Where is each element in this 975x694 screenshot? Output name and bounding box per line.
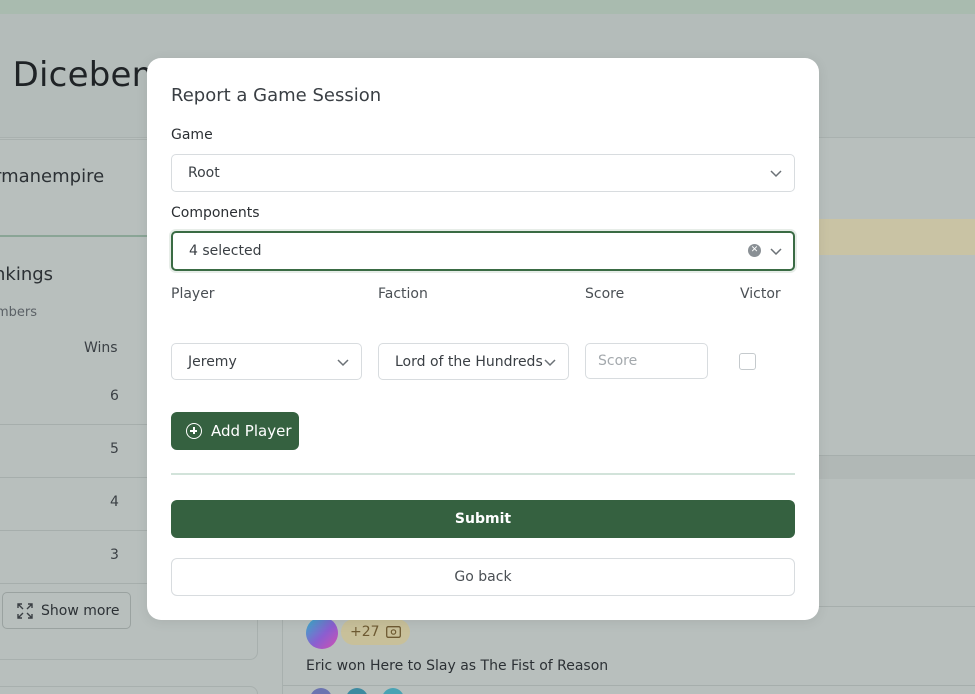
submit-button[interactable]: Submit (171, 500, 795, 538)
modal-title: Report a Game Session (171, 85, 382, 106)
top-bar (0, 0, 975, 14)
add-player-label: Add Player (211, 422, 292, 440)
chevron-down-icon (544, 359, 556, 367)
points-value: +27 (350, 624, 380, 640)
player-column-header: Player (171, 286, 215, 302)
go-back-button[interactable]: Go back (171, 558, 795, 596)
wins-value: 4 (110, 494, 119, 510)
notice-banner (818, 219, 975, 255)
clear-icon[interactable]: ✕ (748, 244, 761, 257)
chevron-down-icon (770, 170, 782, 178)
faction-column-header: Faction (378, 286, 428, 302)
plus-circle-icon (186, 423, 202, 439)
add-player-button[interactable]: Add Player (171, 412, 299, 450)
game-label: Game (171, 127, 213, 143)
rankings-subtitle: mbers (0, 305, 38, 320)
avatar-group (310, 688, 410, 694)
activity-row-divider (283, 685, 975, 686)
points-badge: +27 (341, 619, 410, 645)
victor-checkbox[interactable] (739, 353, 756, 370)
wins-value: 6 (110, 388, 119, 404)
score-column-header: Score (585, 286, 625, 302)
activity-text: Eric won Here to Slay as The Fist of Rea… (306, 658, 609, 674)
score-input[interactable] (585, 343, 708, 379)
rankings-title: nkings (0, 264, 54, 285)
expand-icon (17, 602, 33, 619)
player-select[interactable]: Jeremy (171, 343, 362, 380)
secondary-card (0, 686, 258, 694)
wins-column-header: Wins (84, 340, 118, 356)
avatar (382, 688, 404, 694)
components-select[interactable]: 4 selected ✕ (171, 231, 795, 271)
chevron-down-icon (337, 359, 349, 367)
avatar (310, 688, 332, 694)
player-select-value: Jeremy (188, 354, 237, 370)
show-more-label: Show more (41, 602, 120, 619)
game-select[interactable]: Root (171, 154, 795, 192)
game-select-value: Root (188, 165, 220, 181)
banknote-icon (385, 626, 401, 638)
wins-value: 3 (110, 547, 119, 563)
components-label: Components (171, 205, 260, 221)
form-divider (171, 473, 795, 475)
username: rmanempire (0, 166, 105, 187)
victor-column-header: Victor (740, 286, 781, 302)
avatar (346, 688, 368, 694)
components-select-value: 4 selected (189, 243, 262, 259)
wins-value: 5 (110, 441, 119, 457)
faction-select-value: Lord of the Hundreds (395, 354, 543, 370)
show-more-button[interactable]: Show more (2, 592, 131, 629)
activity-section-divider (818, 455, 975, 479)
chevron-down-icon (770, 248, 782, 256)
report-session-modal: Report a Game Session Game Root Componen… (147, 58, 819, 620)
faction-select[interactable]: Lord of the Hundreds (378, 343, 569, 380)
avatar (306, 617, 338, 649)
